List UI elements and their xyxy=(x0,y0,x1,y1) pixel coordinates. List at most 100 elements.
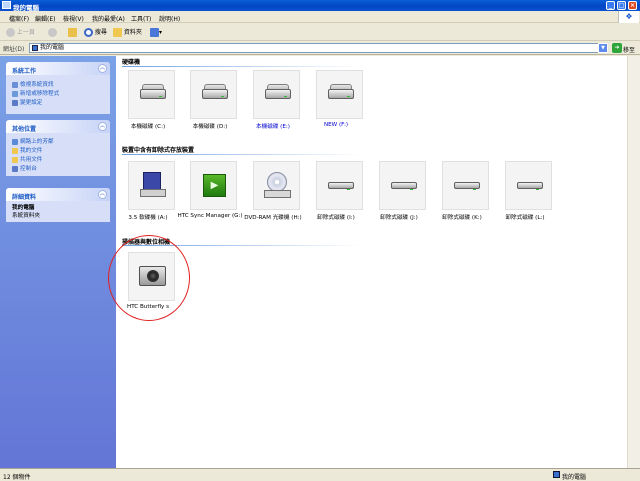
menu-favorites[interactable]: 我的最愛(A) xyxy=(92,14,125,23)
drive-d[interactable]: 本機磁碟 (D:) xyxy=(179,70,239,140)
details-header[interactable]: 詳細資料 ︽ xyxy=(6,188,110,201)
folder-icon xyxy=(12,156,18,163)
go-button[interactable]: 移至 xyxy=(623,45,635,54)
drive-i-box xyxy=(316,161,363,210)
back-label: 上一頁 xyxy=(16,29,35,36)
network-icon xyxy=(12,138,18,145)
menu-tools[interactable]: 工具(T) xyxy=(131,14,151,23)
menu-file[interactable]: 檔案(F) xyxy=(9,14,29,23)
change-setting-label: 變更設定 xyxy=(20,100,43,106)
search-icon xyxy=(84,28,93,37)
back-button[interactable]: 上一頁 xyxy=(6,27,35,38)
collapse-icon[interactable]: ︽ xyxy=(98,122,107,131)
my-documents-link[interactable]: 我的文件 xyxy=(12,146,42,154)
hard-disk-icon xyxy=(265,89,291,99)
view-system-info-label: 檢視系統資訊 xyxy=(20,82,54,88)
drive-h-box xyxy=(253,161,300,210)
drive-c-box xyxy=(128,70,175,119)
back-arrow-icon xyxy=(6,28,15,37)
other-places-panel: 其他位置 ︽ 網路上的芳鄰 我的文件 共用文件 控制台 xyxy=(6,120,110,176)
close-button[interactable]: × xyxy=(628,1,637,10)
drive-f-box xyxy=(316,70,363,119)
my-documents-label: 我的文件 xyxy=(20,148,43,154)
drive-k-box xyxy=(442,161,489,210)
hard-disk-icon xyxy=(328,89,354,99)
section-divider xyxy=(122,154,362,155)
views-button[interactable]: ▾ xyxy=(150,27,162,38)
collapse-icon[interactable]: ︽ xyxy=(98,190,107,199)
minimize-button[interactable]: _ xyxy=(606,1,615,10)
menu-edit[interactable]: 編輯(E) xyxy=(35,14,55,23)
menu-view[interactable]: 檢視(V) xyxy=(63,14,84,23)
my-computer-icon xyxy=(2,1,11,9)
system-tasks-header[interactable]: 系統工作 ︽ xyxy=(6,62,110,75)
drive-h[interactable]: DVD-RAM 光碟機 (H:) xyxy=(242,161,302,231)
dvd-drive-icon xyxy=(264,190,291,198)
section-divider xyxy=(122,66,362,67)
menu-help[interactable]: 說明(H) xyxy=(159,14,180,23)
view-system-info-link[interactable]: 檢視系統資訊 xyxy=(12,80,54,88)
vertical-scrollbar[interactable] xyxy=(627,56,640,468)
maximize-button[interactable]: □ xyxy=(617,1,626,10)
drive-k-label: 卸除式磁碟 (K:) xyxy=(442,215,482,221)
add-remove-programs-link[interactable]: 新增或移除程式 xyxy=(12,89,59,97)
drive-i[interactable]: 卸除式磁碟 (I:) xyxy=(305,161,365,231)
forward-button[interactable] xyxy=(48,27,57,38)
task-pane: 系統工作 ︽ 檢視系統資訊 新增或移除程式 變更設定 其他位置 ︽ 網路上的芳鄰… xyxy=(0,56,116,468)
drive-e-box xyxy=(253,70,300,119)
shared-documents-link[interactable]: 共用文件 xyxy=(12,155,42,163)
drive-l-box xyxy=(505,161,552,210)
folders-button[interactable]: 資料夾 xyxy=(113,27,142,38)
folder-icon xyxy=(113,28,122,37)
status-bar: 12 個物件 我的電腦 xyxy=(0,468,640,481)
folders-label: 資料夾 xyxy=(123,29,142,36)
go-arrow-icon[interactable]: ➜ xyxy=(612,43,622,53)
control-panel-icon xyxy=(12,99,18,106)
control-panel-link[interactable]: 控制台 xyxy=(12,164,37,172)
collapse-icon[interactable]: ︽ xyxy=(98,64,107,73)
my-computer-icon xyxy=(32,45,38,51)
address-dropdown-button[interactable]: ▼ xyxy=(598,43,608,53)
forward-arrow-icon xyxy=(48,28,57,37)
shared-documents-label: 共用文件 xyxy=(20,157,43,163)
other-places-header[interactable]: 其他位置 ︽ xyxy=(6,120,110,133)
removable-disk-icon xyxy=(391,182,417,190)
control-panel-label: 控制台 xyxy=(20,166,37,172)
drive-f[interactable]: NEW (F:) xyxy=(305,70,365,140)
drive-j-label: 卸除式磁碟 (J:) xyxy=(380,215,418,221)
system-tasks-panel: 系統工作 ︽ 檢視系統資訊 新增或移除程式 變更設定 xyxy=(6,62,110,114)
removable-disk-icon xyxy=(517,182,543,190)
network-places-link[interactable]: 網路上的芳鄰 xyxy=(12,137,54,145)
details-panel: 詳細資料 ︽ 我的電腦 系統資料夾 xyxy=(6,188,110,222)
search-button[interactable]: 搜尋 xyxy=(84,27,107,38)
drive-e[interactable]: 本機磁碟 (E:) xyxy=(242,70,302,140)
address-input[interactable]: 我的電腦 xyxy=(29,43,602,53)
drive-j[interactable]: 卸除式磁碟 (J:) xyxy=(368,161,428,231)
system-tasks-title: 系統工作 xyxy=(12,67,37,75)
add-remove-programs-icon xyxy=(12,90,18,97)
window-title: 我的電腦 xyxy=(13,3,39,12)
other-places-title: 其他位置 xyxy=(12,125,37,133)
drive-i-label: 卸除式磁碟 (I:) xyxy=(317,215,355,221)
change-setting-link[interactable]: 變更設定 xyxy=(12,98,42,106)
title-bar: 我的電腦 _ □ × xyxy=(0,0,640,12)
up-folder-button[interactable] xyxy=(68,27,77,38)
hard-disk-icon xyxy=(202,89,228,99)
drive-c-label: 本機磁碟 (C:) xyxy=(130,124,166,130)
details-title: 詳細資料 xyxy=(12,193,37,201)
drive-k[interactable]: 卸除式磁碟 (K:) xyxy=(431,161,491,231)
removable-disk-icon xyxy=(328,182,354,190)
drive-j-box xyxy=(379,161,426,210)
htc-sync-icon: ▶ xyxy=(203,174,226,197)
drive-c[interactable]: 本機磁碟 (C:) xyxy=(117,70,177,140)
drive-a[interactable]: 3.5 軟碟機 (A:) xyxy=(117,161,177,231)
drive-d-box xyxy=(190,70,237,119)
drive-l[interactable]: 卸除式磁碟 (L:) xyxy=(494,161,554,231)
drive-a-label: 3.5 軟碟機 (A:) xyxy=(128,215,168,221)
drive-g[interactable]: ▶ HTC Sync Manager (G:) xyxy=(177,161,243,231)
menu-bar: 檔案(F) 編輯(E) 檢視(V) 我的最愛(A) 工具(T) 說明(H) ❖ xyxy=(0,11,640,23)
folder-icon xyxy=(12,147,18,154)
drive-g-box: ▶ xyxy=(190,161,237,210)
add-remove-programs-label: 新增或移除程式 xyxy=(20,91,60,97)
address-value: 我的電腦 xyxy=(40,44,65,51)
